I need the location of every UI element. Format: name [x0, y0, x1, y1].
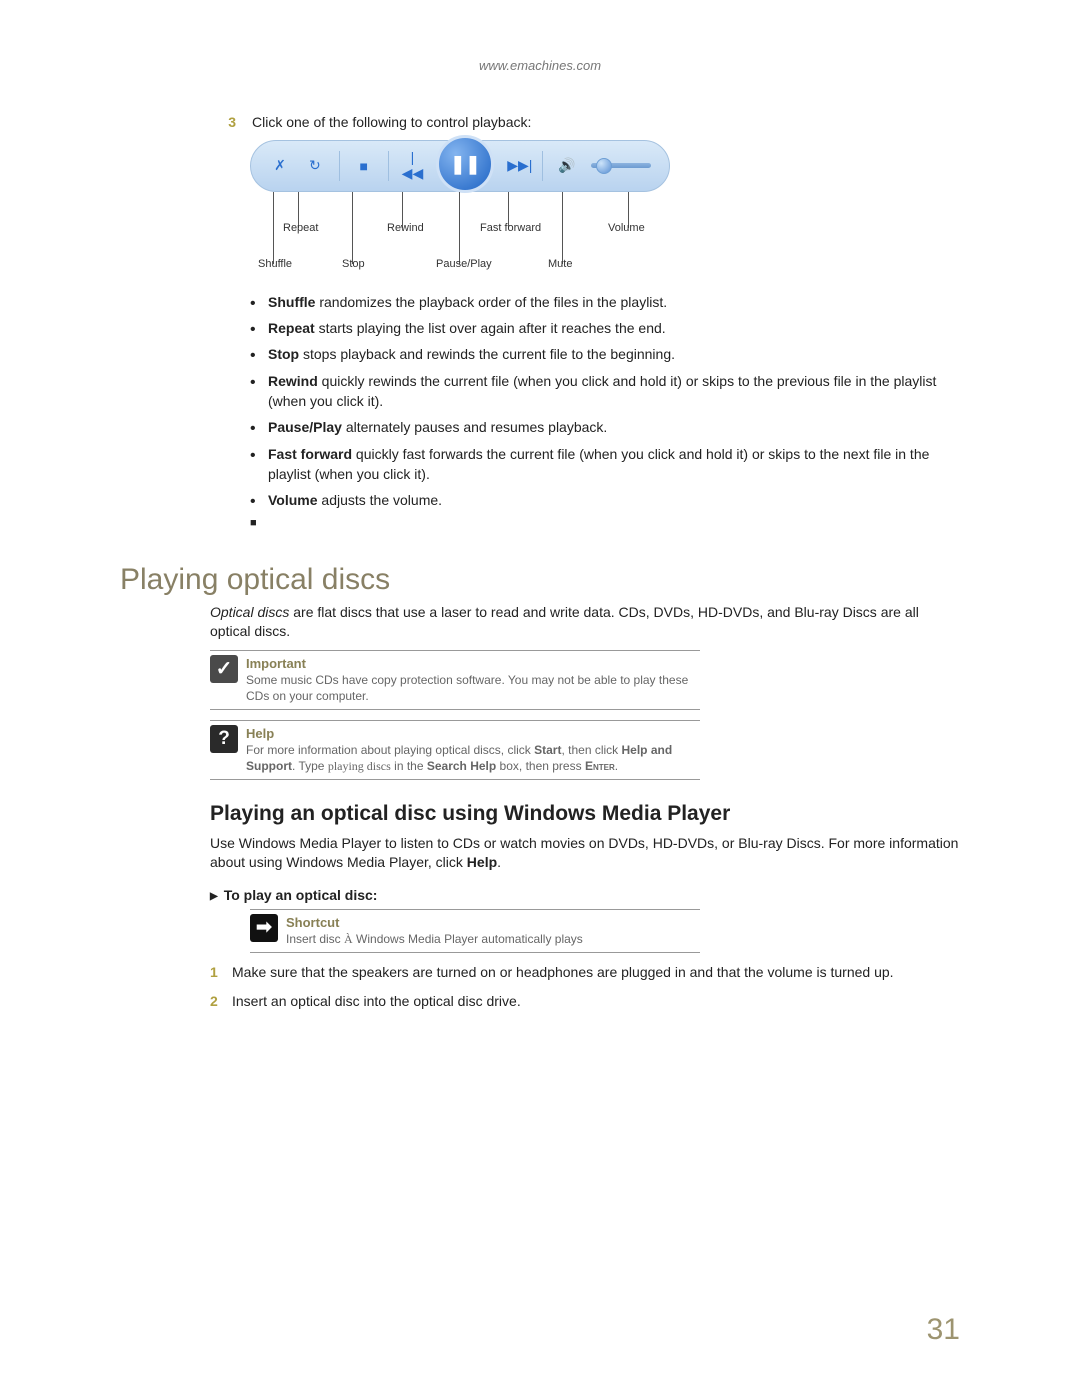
playback-descriptions: Shuffle randomizes the playback order of… [250, 292, 960, 511]
bullet-volume: Volume adjusts the volume. [250, 490, 960, 510]
pause-play-icon[interactable]: ❚❚ [436, 135, 494, 193]
mute-icon[interactable]: 🔊 [556, 157, 578, 174]
separator [542, 151, 543, 181]
bullet-fastforward: Fast forward quickly fast forwards the c… [250, 444, 960, 485]
header-url: www.emachines.com [120, 58, 960, 73]
callout-labels: Repeat Rewind Fast forward Volume Shuffl… [250, 192, 670, 282]
step-text: Make sure that the speakers are turned o… [232, 963, 894, 983]
label-rewind: Rewind [387, 222, 424, 234]
shortcut-icon: ➡ [250, 914, 278, 942]
separator [339, 151, 340, 181]
important-text: Some music CDs have copy protection soft… [246, 673, 688, 703]
label-repeat: Repeat [283, 222, 318, 234]
important-callout: ✓ Important Some music CDs have copy pro… [210, 650, 700, 710]
step-text: Insert an optical disc into the optical … [232, 992, 521, 1012]
label-pauseplay: Pause/Play [436, 258, 492, 270]
bullet-pauseplay: Pause/Play alternately pauses and resume… [250, 417, 960, 437]
bullet-rewind: Rewind quickly rewinds the current file … [250, 371, 960, 412]
step-3: 3 Click one of the following to control … [210, 113, 960, 529]
end-square-icon: ■ [250, 517, 960, 529]
section-heading: Playing optical discs [120, 563, 960, 597]
document-page: www.emachines.com 3 Click one of the fol… [0, 0, 1080, 1397]
shortcut-callout: ➡ Shortcut Insert disc À Windows Media P… [250, 909, 700, 953]
bullet-stop: Stop stops playback and rewinds the curr… [250, 344, 960, 364]
label-fastforward: Fast forward [480, 222, 541, 234]
section-intro: Optical discs are flat discs that use a … [210, 603, 960, 642]
bullet-repeat: Repeat starts playing the list over agai… [250, 318, 960, 338]
label-stop: Stop [342, 258, 365, 270]
important-title: Important [246, 655, 700, 673]
label-mute: Mute [548, 258, 572, 270]
shortcut-text: Shortcut Insert disc À Windows Media Pla… [286, 914, 583, 948]
stop-icon[interactable]: ■ [353, 158, 375, 174]
proc-step-2: 2 Insert an optical disc into the optica… [210, 992, 960, 1012]
step-number: 3 [210, 114, 252, 130]
procedure-heading: To play an optical disc: [210, 887, 960, 903]
subsection-para: Use Windows Media Player to listen to CD… [210, 834, 960, 873]
step-number: 2 [210, 993, 232, 1009]
important-icon: ✓ [210, 655, 238, 683]
help-text: Help For more information about playing … [246, 725, 700, 775]
help-callout: ? Help For more information about playin… [210, 720, 700, 780]
rewind-icon[interactable]: |◀◀ [401, 149, 423, 182]
proc-step-1: 1 Make sure that the speakers are turned… [210, 963, 960, 983]
fast-forward-icon[interactable]: ▶▶| [507, 157, 529, 174]
help-icon: ? [210, 725, 238, 753]
label-volume: Volume [608, 222, 645, 234]
label-shuffle: Shuffle [258, 258, 292, 270]
page-number: 31 [927, 1313, 960, 1347]
playback-toolbar: ✗ ↻ ■ |◀◀ ❚❚ ▶▶| 🔊 [250, 140, 670, 192]
playback-diagram: ✗ ↻ ■ |◀◀ ❚❚ ▶▶| 🔊 [250, 140, 960, 282]
shuffle-icon[interactable]: ✗ [269, 157, 291, 174]
step-text: Click one of the following to control pl… [252, 113, 531, 132]
separator [388, 151, 389, 181]
bullet-shuffle: Shuffle randomizes the playback order of… [250, 292, 960, 312]
volume-slider[interactable] [591, 163, 651, 168]
step-number: 1 [210, 964, 232, 980]
subsection-heading: Playing an optical disc using Windows Me… [210, 802, 960, 826]
repeat-icon[interactable]: ↻ [304, 157, 326, 174]
